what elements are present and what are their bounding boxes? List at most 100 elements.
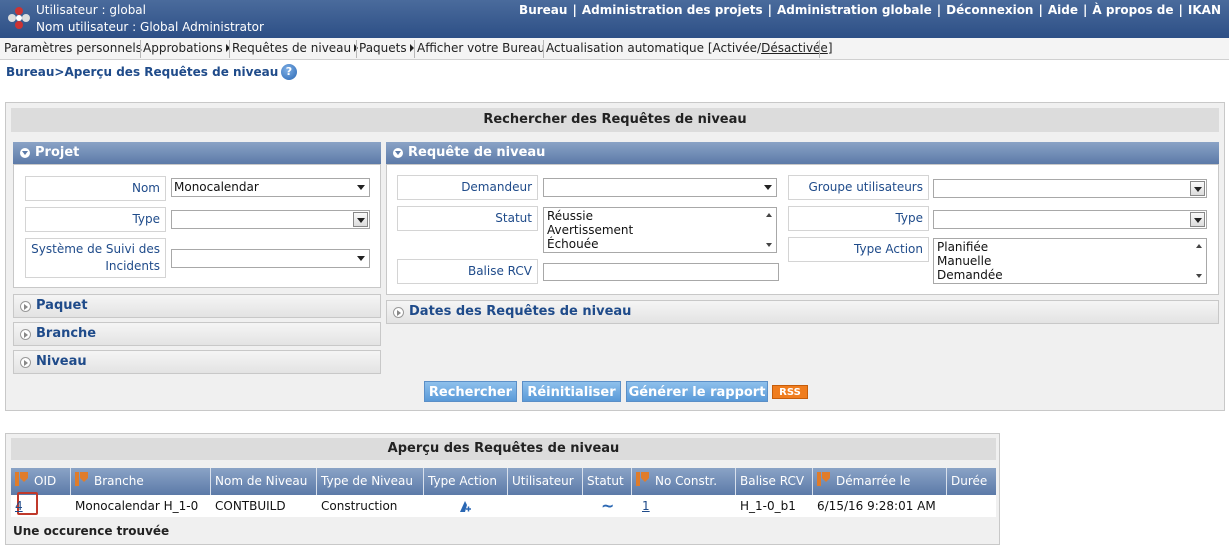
menu-item-paquets[interactable]: Paquets xyxy=(359,41,414,55)
col-no-constr-label: No Constr. xyxy=(655,474,718,488)
requete-type-label: Type xyxy=(788,206,929,231)
nav-bureau[interactable]: Bureau xyxy=(519,3,567,17)
nav-separator: | xyxy=(1083,3,1088,17)
nom-select-value: Monocalendar xyxy=(174,180,259,194)
nav-separator: | xyxy=(936,3,942,17)
expand-icon xyxy=(20,301,31,312)
suivi-select[interactable] xyxy=(171,249,370,268)
scroll-up-icon xyxy=(1196,244,1202,248)
projet-fields: Nom Monocalendar Type Système de Suivi d… xyxy=(13,164,381,288)
collapse-icon xyxy=(393,148,403,158)
col-demarree-label: Démarrée le xyxy=(836,474,911,488)
projet-section-header[interactable]: Projet xyxy=(13,142,381,164)
menu-item-label: Requêtes de niveau xyxy=(232,41,352,55)
table-row: 4 Monocalendar H_1-0 CONTBUILD Construct… xyxy=(11,492,996,520)
menu-separator xyxy=(356,40,357,58)
statut-option-avertissement[interactable]: Avertissement xyxy=(547,223,773,237)
groupe-select[interactable] xyxy=(933,179,1207,198)
type-action-listbox[interactable]: Planifiée Manuelle Demandée xyxy=(933,238,1207,284)
cell-balise: H_1-0_b1 xyxy=(740,499,796,513)
dates-section-header[interactable]: Dates des Requêtes de niveau xyxy=(386,300,1219,324)
ikan-logo-icon xyxy=(8,7,30,29)
demandeur-select[interactable] xyxy=(543,178,777,197)
statut-option-echouee[interactable]: Échouée xyxy=(547,237,773,251)
col-type-niveau[interactable]: Type de Niveau xyxy=(317,468,424,495)
scroll-down-icon xyxy=(1196,274,1202,278)
rss-icon[interactable]: RSS xyxy=(772,385,808,399)
nav-deconnexion[interactable]: Déconnexion xyxy=(946,3,1033,17)
top-header: Utilisateur : global Nom utilisateur : G… xyxy=(0,0,1229,38)
menu-item-requetes[interactable]: Requêtes de niveau xyxy=(232,41,359,55)
chevron-down-icon xyxy=(764,185,772,190)
projet-type-select[interactable] xyxy=(171,210,370,229)
nav-ikan[interactable]: IKAN xyxy=(1188,3,1221,17)
suivi-label-line1: Système de Suivi des xyxy=(31,242,160,256)
menu-item-label: Paquets xyxy=(359,41,407,55)
report-button[interactable]: Générer le rapport xyxy=(626,381,768,402)
type-action-option-demandee[interactable]: Demandée xyxy=(937,268,1203,282)
requete-type-select[interactable] xyxy=(933,210,1207,229)
menu-item-label: Approbations xyxy=(143,41,223,55)
scrollbar[interactable] xyxy=(762,208,776,252)
menu-item-approbations[interactable]: Approbations xyxy=(143,41,230,55)
menu-item-bureau[interactable]: Afficher votre Bureau xyxy=(417,41,545,55)
no-constr-link[interactable]: 1 xyxy=(642,495,650,517)
expand-icon xyxy=(20,329,31,340)
paquet-label: Paquet xyxy=(36,298,88,313)
nav-aide[interactable]: Aide xyxy=(1048,3,1078,17)
statut-listbox[interactable]: Réussie Avertissement Échouée xyxy=(543,207,777,253)
menu-separator xyxy=(819,40,820,58)
col-no-constr[interactable]: No Constr. xyxy=(632,468,736,495)
menu-separator xyxy=(543,40,544,58)
groupe-label: Groupe utilisateurs xyxy=(788,175,929,200)
col-oid-label: OID xyxy=(34,474,57,488)
auto-refresh-suffix: ] xyxy=(827,41,833,55)
menu-item-parametres[interactable]: Paramètres personnels xyxy=(4,41,142,55)
requete-section-header[interactable]: Requête de niveau xyxy=(386,142,1219,164)
nom-select[interactable]: Monocalendar xyxy=(171,178,370,197)
nav-admin-projets[interactable]: Administration des projets xyxy=(582,3,763,17)
results-count: Une occurence trouvée xyxy=(13,524,170,538)
scheduled-action-icon xyxy=(457,498,473,520)
col-type-action[interactable]: Type Action xyxy=(424,468,508,495)
type-action-option-manuelle[interactable]: Manuelle xyxy=(937,254,1203,268)
branche-section-header[interactable]: Branche xyxy=(13,322,381,346)
menu-separator xyxy=(229,40,230,58)
chevron-down-icon xyxy=(1190,181,1205,196)
col-statut[interactable]: Statut xyxy=(583,468,632,495)
col-duree[interactable]: Durée xyxy=(947,468,996,495)
scrollbar[interactable] xyxy=(1192,239,1206,283)
search-button[interactable]: Rechercher xyxy=(424,381,517,402)
chevron-down-icon xyxy=(1190,212,1205,227)
col-oid[interactable]: OID xyxy=(11,468,71,495)
reset-button[interactable]: Réinitialiser xyxy=(522,381,621,402)
col-nom-niveau[interactable]: Nom de Niveau xyxy=(211,468,317,495)
oid-link[interactable]: 4 xyxy=(15,495,23,517)
auto-refresh-off-link[interactable]: Désactivée xyxy=(761,41,828,55)
balise-label: Balise RCV xyxy=(397,259,538,284)
results-table-header: OID Branche Nom de Niveau Type de Niveau… xyxy=(11,468,996,495)
breadcrumb: Bureau>Aperçu des Requêtes de niveau xyxy=(6,65,279,79)
cell-branche: Monocalendar H_1-0 xyxy=(75,499,199,513)
menu-item-auto-refresh: Actualisation automatique [Activée/Désac… xyxy=(546,41,833,55)
col-branche[interactable]: Branche xyxy=(71,468,211,495)
help-icon[interactable]: ? xyxy=(281,64,297,80)
type-action-option-planifiee[interactable]: Planifiée xyxy=(937,240,1203,254)
col-branche-label: Branche xyxy=(94,474,144,488)
nav-admin-globale[interactable]: Administration globale xyxy=(777,3,932,17)
menu-bar: Paramètres personnels Approbations Requê… xyxy=(0,38,1229,60)
type-action-label: Type Action xyxy=(788,237,929,262)
nav-a-propos[interactable]: À propos de xyxy=(1092,3,1173,17)
col-balise[interactable]: Balise RCV xyxy=(736,468,813,495)
paquet-section-header[interactable]: Paquet xyxy=(13,294,381,318)
chevron-down-icon xyxy=(353,212,368,227)
balise-input[interactable] xyxy=(543,263,779,281)
statut-option-reussie[interactable]: Réussie xyxy=(547,209,773,223)
col-utilisateur[interactable]: Utilisateur xyxy=(508,468,583,495)
niveau-section-header[interactable]: Niveau xyxy=(13,350,381,374)
col-demarree[interactable]: Démarrée le xyxy=(813,468,947,495)
niveau-label: Niveau xyxy=(36,354,87,369)
expand-icon xyxy=(393,307,404,318)
sort-icon xyxy=(75,472,89,488)
dates-label: Dates des Requêtes de niveau xyxy=(409,304,632,319)
